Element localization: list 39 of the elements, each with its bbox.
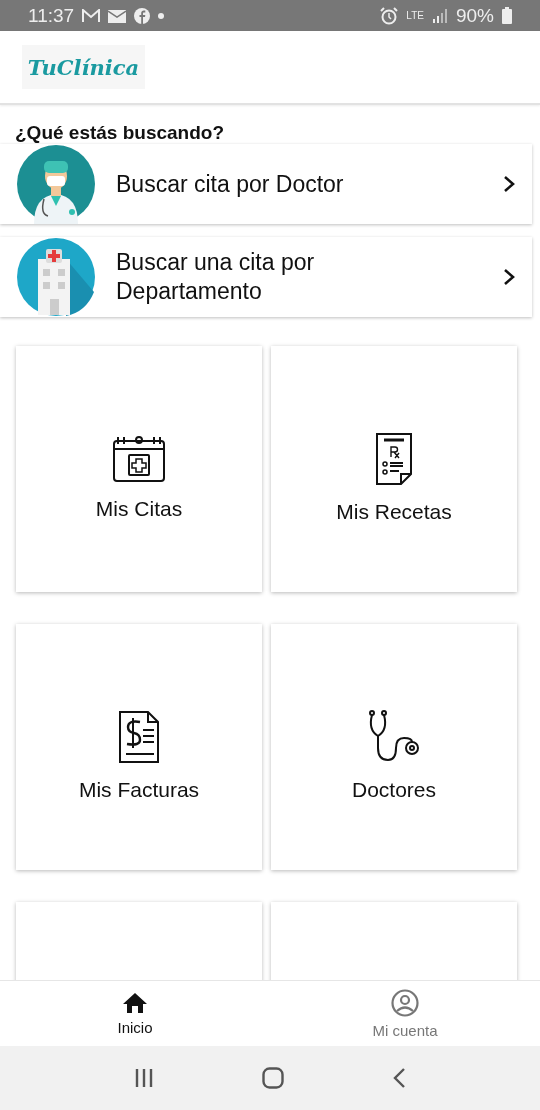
menu-tile[interactable]: Mis Facturas: [16, 624, 262, 870]
chevron-right-icon: [502, 267, 516, 287]
alarm-icon: [380, 6, 399, 25]
invoice-icon: [118, 710, 160, 764]
dot-icon: [158, 12, 165, 19]
network-type: LTE: [406, 10, 424, 21]
doctor-icon: [16, 144, 96, 224]
tile-label: Mis Facturas: [78, 778, 200, 802]
chevron-right-icon: [502, 174, 516, 194]
menu-tile[interactable]: Doctores: [271, 624, 517, 870]
envelope-icon: [108, 8, 127, 23]
hospital-icon: [16, 237, 96, 317]
tile-label: Mis Citas: [95, 497, 183, 521]
tile-label: Mis Recetas: [336, 500, 452, 524]
facebook-icon: [134, 7, 151, 24]
battery-level: 90%: [455, 4, 494, 27]
calendar-icon: [112, 435, 166, 483]
tile-label: Doctores: [352, 778, 436, 802]
clock-time: 11:37: [28, 4, 75, 27]
stethoscope-icon: [366, 710, 422, 764]
search-option-card[interactable]: Buscar cita por Doctor: [0, 144, 532, 224]
home-icon: [122, 991, 148, 1014]
menu-tile[interactable]: Mis Citas: [16, 346, 262, 592]
mail-icon: [82, 8, 101, 23]
app-logo: TuClínica: [22, 45, 145, 89]
account-icon: [391, 988, 419, 1017]
nav-tab[interactable]: Inicio: [0, 981, 270, 1046]
back-icon[interactable]: [392, 1067, 406, 1089]
menu-tile[interactable]: Mis Recetas: [271, 346, 517, 592]
section-heading: ¿Qué estás buscando?: [14, 121, 226, 144]
nav-tab[interactable]: Mi cuenta: [270, 981, 540, 1046]
home-button-icon[interactable]: [262, 1067, 284, 1089]
option-label: Buscar una cita por Departamento: [115, 248, 316, 306]
recent-apps-icon[interactable]: [134, 1068, 154, 1088]
option-label: Buscar cita por Doctor: [115, 169, 345, 199]
signal-icon: [431, 7, 448, 24]
prescription-icon: [375, 432, 413, 486]
battery-icon: [502, 7, 512, 24]
search-option-card[interactable]: Buscar una cita por Departamento: [0, 237, 532, 317]
